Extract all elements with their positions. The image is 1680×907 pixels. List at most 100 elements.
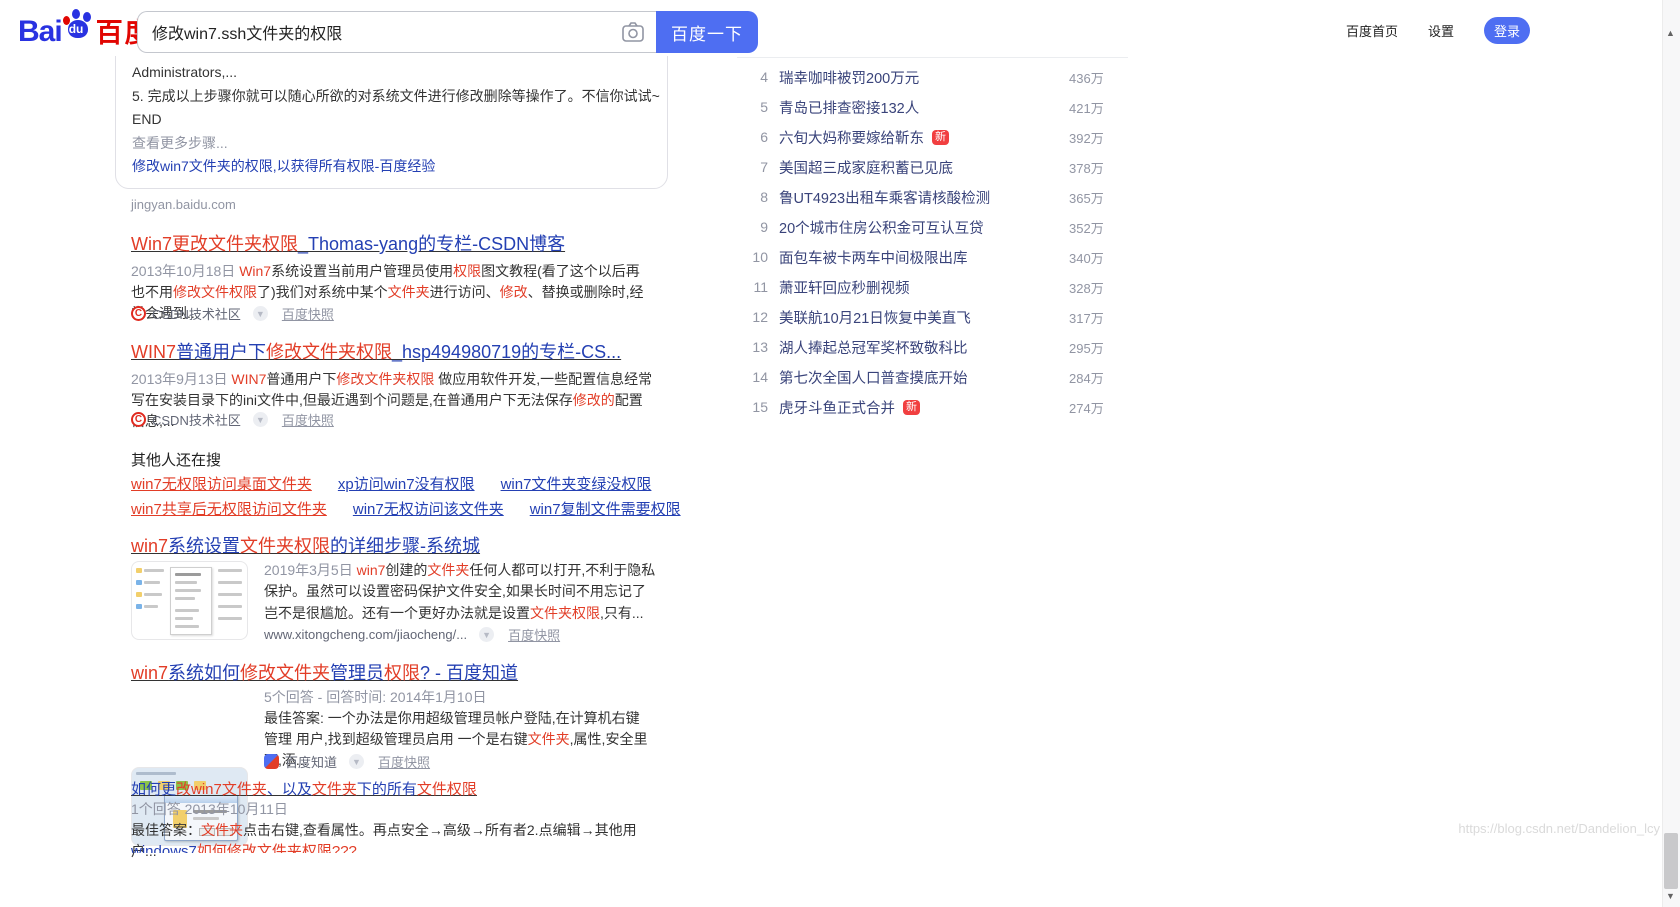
result-source-url: www.xitongcheng.com/jiaocheng/... <box>264 627 467 642</box>
hot-item[interactable]: 13湖人捧起总冠军奖杯致敬科比295万 <box>737 332 1128 362</box>
chevron-down-icon[interactable]: ▼ <box>253 306 268 321</box>
result-title-link[interactable]: WIN7普通用户下修改文件夹权限_hsp494980719的专栏-CS... <box>131 341 621 363</box>
related-search-link[interactable]: xp访问win7没有权限 <box>338 473 475 494</box>
hot-item[interactable]: 8鲁UT4923出租车乘客请核酸检测365万 <box>737 182 1128 212</box>
text-segment: 文件夹 <box>427 562 469 578</box>
scroll-up-icon[interactable]: ▲ <box>1666 28 1675 38</box>
hot-item[interactable]: 4瑞幸咖啡被罚200万元436万 <box>737 62 1128 92</box>
text-segment[interactable]: ? - 百度知道 <box>420 663 518 683</box>
text-segment[interactable]: WIN7 <box>131 342 176 362</box>
hot-title-link[interactable]: 虎牙斗鱼正式合并 <box>779 397 895 418</box>
hot-title-link[interactable]: 萧亚轩回应秒删视频 <box>779 277 910 298</box>
text-segment: 最佳答案： <box>131 822 201 838</box>
text-segment[interactable]: 普通用户下 <box>176 342 266 362</box>
hot-item[interactable]: 7美国超三成家庭积蓄已见底378万 <box>737 152 1128 182</box>
chevron-down-icon[interactable]: ▼ <box>479 627 494 642</box>
hot-item[interactable]: 5青岛已排查密接132人421万 <box>737 92 1128 122</box>
text-segment[interactable]: 文件夹 <box>312 781 357 798</box>
hot-title-link[interactable]: 第七次全国人口普查摸底开始 <box>779 367 968 388</box>
text-segment[interactable]: 文件权限 <box>417 781 477 798</box>
text-segment[interactable]: win7 <box>131 536 168 556</box>
text-segment[interactable]: 改win7文件夹 <box>176 781 267 798</box>
search-submit-button[interactable]: 百度一下 <box>656 11 758 53</box>
hot-item[interactable]: 14第七次全国人口普查摸底开始284万 <box>737 362 1128 392</box>
hot-item[interactable]: 10 面包车被卡两车中间极限出库 340万 <box>737 242 1128 272</box>
text-segment[interactable]: 下的所有 <box>357 781 417 798</box>
result-title-link[interactable]: Win7更改文件夹权限_Thomas-yang的专栏-CSDN博客 <box>131 233 565 255</box>
new-badge: 新 <box>903 400 920 415</box>
related-search-link[interactable]: win7无权访问该文件夹 <box>353 498 504 519</box>
text-segment[interactable]: windows7 <box>131 843 197 853</box>
hot-title-link[interactable]: 瑞幸咖啡被罚200万元 <box>779 67 919 88</box>
text-segment[interactable]: 系统设置 <box>168 536 240 556</box>
baidu-snapshot-link[interactable]: 百度快照 <box>508 625 560 644</box>
hot-rank: 15 <box>737 399 768 415</box>
hot-title-link[interactable]: 鲁UT4923出租车乘客请核酸检测 <box>779 187 990 208</box>
hot-title-link[interactable]: 美国超三成家庭积蓄已见底 <box>779 157 953 178</box>
hot-title-link[interactable]: 六旬大妈称要嫁给靳东 <box>779 127 924 148</box>
text-segment[interactable]: 权限 <box>384 663 420 683</box>
scroll-down-icon[interactable]: ▼ <box>1666 891 1675 901</box>
text-segment[interactable]: 如何更 <box>131 781 176 798</box>
chevron-down-icon[interactable]: ▼ <box>349 754 364 769</box>
text-segment: 修改文件夹权限 <box>336 371 434 387</box>
result-source-name: CSDN技术社区 <box>152 304 241 323</box>
text-segment[interactable]: 管理员 <box>330 663 384 683</box>
hot-count: 340万 <box>1069 248 1128 267</box>
result-title-link[interactable]: win7系统如何修改文件夹管理员权限? - 百度知道 <box>131 662 518 684</box>
text-segment[interactable]: 、以及 <box>267 781 312 798</box>
result-source-name: CSDN技术社区 <box>152 410 241 429</box>
text-segment[interactable]: 如何修改文件夹权限??? <box>197 843 357 853</box>
camera-icon[interactable] <box>622 22 644 42</box>
chevron-down-icon[interactable]: ▼ <box>253 412 268 427</box>
baidu-snapshot-link[interactable]: 百度快照 <box>282 304 334 323</box>
related-search-link[interactable]: win7共享后无权限访问文件夹 <box>131 498 327 519</box>
text-segment[interactable]: Win7更改文件夹权限 <box>131 234 298 254</box>
text-segment[interactable]: _Thomas-yang的专栏-CSDN博客 <box>298 234 565 254</box>
logo-text-du: du <box>69 22 84 36</box>
nav-settings[interactable]: 设置 <box>1428 21 1454 40</box>
text-segment[interactable]: 文件夹权限 <box>240 536 330 556</box>
hot-item[interactable]: 920个城市住房公积金可互认互贷352万 <box>737 212 1128 242</box>
sub-result-link[interactable]: windows7如何修改文件夹权限??? <box>131 840 357 853</box>
hot-count: 436万 <box>1069 68 1128 87</box>
text-segment[interactable]: win7 <box>131 663 168 683</box>
text-segment[interactable]: _hsp494980719的专栏-CS... <box>392 342 621 362</box>
paw-icon: du <box>63 8 95 52</box>
nav-baidu-home[interactable]: 百度首页 <box>1346 21 1398 40</box>
text-segment[interactable]: 系统如何 <box>168 663 240 683</box>
hot-item[interactable]: 15虎牙斗鱼正式合并新274万 <box>737 392 1128 422</box>
result-thumbnail[interactable] <box>131 561 248 640</box>
text-segment: 修改的 <box>573 392 615 408</box>
hot-rank: 10 <box>737 249 768 265</box>
result-title-link[interactable]: win7系统设置文件夹权限的详细步骤-系统城 <box>131 535 480 557</box>
hot-title-link[interactable]: 青岛已排查密接132人 <box>779 97 919 118</box>
related-search-link[interactable]: win7复制文件需要权限 <box>530 498 681 519</box>
hot-count: 365万 <box>1069 188 1128 207</box>
card-source-link[interactable]: 修改win7文件夹的权限,以获得所有权限-百度经验 <box>132 155 652 179</box>
more-steps-link[interactable]: 查看更多步骤... <box>132 132 652 156</box>
text-segment: 进行访问、 <box>430 284 500 300</box>
text-segment: 文件夹 <box>528 731 570 747</box>
search-input[interactable] <box>138 12 622 52</box>
hot-item[interactable]: 12美联航10月21日恢复中美直飞317万 <box>737 302 1128 332</box>
text-segment[interactable]: 修改文件夹 <box>240 663 330 683</box>
text-segment[interactable]: 修改文件夹权限 <box>266 342 392 362</box>
scrollbar[interactable]: ▲ ▼ <box>1662 0 1680 907</box>
hot-title-link[interactable]: 湖人捧起总冠军奖杯致敬科比 <box>779 337 968 358</box>
login-button[interactable]: 登录 <box>1484 17 1530 44</box>
baidu-snapshot-link[interactable]: 百度快照 <box>282 410 334 429</box>
hot-item[interactable]: 6六旬大妈称要嫁给靳东新392万 <box>737 122 1128 152</box>
hot-item[interactable]: 11萧亚轩回应秒删视频328万 <box>737 272 1128 302</box>
related-search-link[interactable]: win7无权限访问桌面文件夹 <box>131 473 312 494</box>
top-nav: 百度首页 设置 登录 <box>1346 17 1530 44</box>
hot-title-link[interactable]: 美联航10月21日恢复中美直飞 <box>779 307 971 328</box>
hot-title-link[interactable]: 20个城市住房公积金可互认互贷 <box>779 217 984 238</box>
baidu-logo[interactable]: Bai du 百度 <box>18 6 154 52</box>
sub-result-link[interactable]: 如何更改win7文件夹、以及文件夹下的所有文件权限 <box>131 778 477 799</box>
hot-title-link[interactable]: 面包车被卡两车中间极限出库 <box>779 247 968 268</box>
scrollbar-thumb[interactable] <box>1664 833 1678 889</box>
baidu-snapshot-link[interactable]: 百度快照 <box>378 752 430 771</box>
text-segment[interactable]: 的详细步骤-系统城 <box>330 536 480 556</box>
related-search-link[interactable]: win7文件夹变绿没权限 <box>501 473 652 494</box>
